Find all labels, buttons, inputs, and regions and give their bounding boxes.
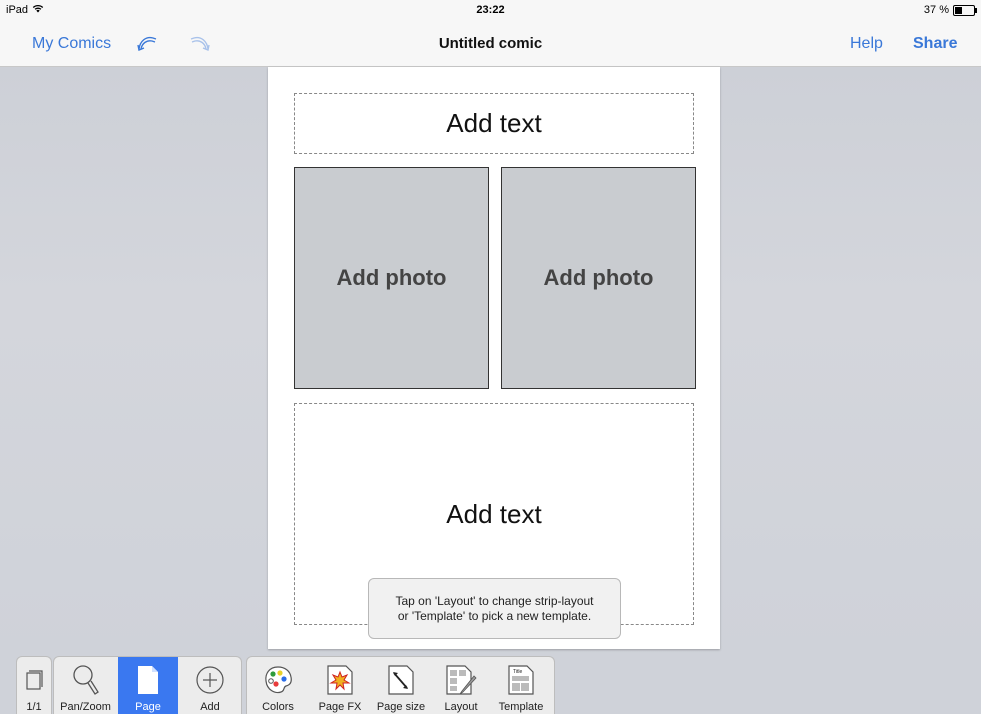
page-label: Page (135, 701, 161, 713)
top-text-box[interactable]: Add text (294, 93, 694, 154)
pan-zoom-button[interactable]: Pan/Zoom (54, 657, 117, 714)
colors-label: Colors (262, 701, 294, 713)
photo-frame-right[interactable]: Add photo (501, 167, 696, 389)
clock: 23:22 (476, 4, 505, 16)
page-counter-group: 1/1 (16, 656, 52, 714)
pan-zoom-label: Pan/Zoom (60, 701, 111, 713)
hint-line-1: Tap on 'Layout' to change strip-layout (395, 593, 594, 608)
page-tab[interactable]: Page (118, 657, 178, 714)
template-button[interactable]: Title Template (491, 657, 551, 714)
battery-percentage: 37 % (923, 4, 949, 16)
comic-page[interactable]: Add text Add photo Add photo Add text (268, 67, 720, 649)
status-bar: iPad 23:22 37 % (0, 0, 981, 20)
palette-icon (261, 663, 295, 697)
layout-label: Layout (444, 701, 478, 713)
hint-line-2: or 'Template' to pick a new template. (397, 608, 592, 623)
share-button[interactable]: Share (913, 35, 957, 53)
add-button[interactable]: Add (180, 657, 240, 714)
workspace: Add text Add photo Add photo Add text Ta… (0, 67, 981, 656)
redo-icon[interactable] (186, 30, 212, 56)
bottom-toolbar: 1/1 Pan/Zoom Page Add Colors Page FX Pag… (0, 656, 981, 714)
page-fx-label: Page FX (318, 701, 362, 713)
battery-icon (953, 4, 977, 16)
my-comics-button[interactable]: My Comics (32, 35, 111, 53)
colors-button[interactable]: Colors (249, 657, 307, 714)
page-fx-icon (323, 663, 357, 697)
page-counter-button[interactable]: 1/1 (17, 657, 51, 714)
help-button[interactable]: Help (850, 35, 883, 53)
template-label: Template (498, 701, 544, 713)
hint-tooltip: Tap on 'Layout' to change strip-layout o… (368, 578, 621, 639)
add-label: Add (200, 701, 220, 713)
undo-icon[interactable] (135, 30, 161, 56)
layout-icon (444, 663, 478, 697)
navigation-bar: My Comics Untitled comic Help Share (0, 20, 981, 67)
pages-icon (17, 663, 51, 697)
page-icon (131, 663, 165, 697)
layout-button[interactable]: Layout (432, 657, 490, 714)
page-size-label: Page size (376, 701, 426, 713)
page-counter: 1/1 (26, 701, 42, 713)
magnifier-icon (69, 663, 103, 697)
template-icon-text: Title (513, 669, 522, 675)
page-size-icon (384, 663, 418, 697)
mode-group: Pan/Zoom Page Add (53, 656, 242, 714)
page-fx-button[interactable]: Page FX (311, 657, 369, 714)
page-size-button[interactable]: Page size (371, 657, 431, 714)
photo-frame-left[interactable]: Add photo (294, 167, 489, 389)
template-icon: Title (504, 663, 538, 697)
plus-circle-icon (193, 663, 227, 697)
page-tools-group: Colors Page FX Page size Layout Title Te… (246, 656, 555, 714)
